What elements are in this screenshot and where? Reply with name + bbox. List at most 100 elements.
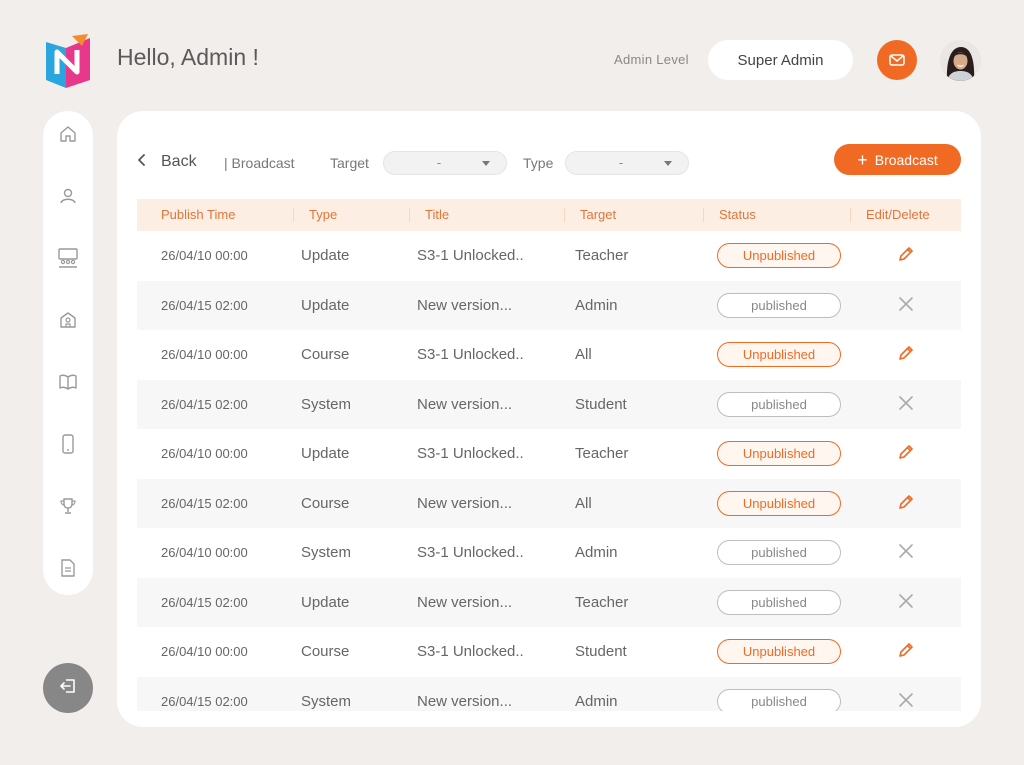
status-badge: Unpublished xyxy=(717,490,841,516)
cell-status: published xyxy=(717,528,841,577)
cell-target: All xyxy=(575,346,592,363)
cell-publish-time: 26/04/10 00:00 xyxy=(161,347,248,362)
column-target: Target xyxy=(563,207,617,222)
close-icon xyxy=(898,296,914,315)
cell-publish-time: 26/04/10 00:00 xyxy=(161,545,248,560)
app-logo[interactable] xyxy=(46,34,92,88)
pencil-icon xyxy=(896,640,916,663)
close-icon xyxy=(898,543,914,562)
delete-button[interactable] xyxy=(893,281,919,330)
cell-type: Course xyxy=(301,494,350,512)
cell-target: Teacher xyxy=(575,445,629,462)
book-icon xyxy=(58,372,78,396)
table-row[interactable]: 26/04/15 02:00 Update New version... Admin p… xyxy=(137,280,961,330)
pencil-icon xyxy=(896,244,916,267)
greeting-title: Hello, Admin ! xyxy=(117,44,259,70)
cell-status: Unpublished xyxy=(717,330,841,379)
cell-publish-time: 26/04/15 02:00 xyxy=(161,594,248,610)
target-select[interactable]: - xyxy=(383,151,507,175)
mail-button[interactable] xyxy=(877,40,917,80)
table-row[interactable]: 26/04/15 02:00 System New version... Admin p… xyxy=(137,676,961,712)
cell-title: New version... xyxy=(417,692,513,710)
cell-type: Update xyxy=(301,593,350,611)
cell-title: S3-1 Unlocked.. xyxy=(417,643,524,660)
cell-title: New version... xyxy=(417,593,513,611)
cell-type: Update xyxy=(301,296,350,314)
edit-button[interactable] xyxy=(893,330,919,379)
edit-button[interactable] xyxy=(893,231,919,280)
user-icon xyxy=(58,186,78,210)
pencil-icon xyxy=(896,492,916,515)
cell-title: New version... xyxy=(417,494,513,512)
sidebar-item-awards[interactable] xyxy=(56,496,80,520)
table-row[interactable]: 26/04/15 02:00 Course New version... All Unp… xyxy=(137,478,961,528)
cell-status: published xyxy=(717,578,841,627)
add-broadcast-button[interactable]: + Broadcast xyxy=(834,144,961,175)
status-badge: Unpublished xyxy=(717,243,841,268)
back-button[interactable]: Back xyxy=(137,153,197,171)
column-type: Type xyxy=(292,207,338,222)
delete-button[interactable] xyxy=(893,380,919,429)
logout-icon xyxy=(58,676,78,700)
table-row[interactable]: 26/04/10 00:00 Update S3-1 Unlocked.. Teach… xyxy=(137,429,961,479)
cell-publish-time: 26/04/15 02:00 xyxy=(161,495,248,511)
close-icon xyxy=(898,692,914,711)
edit-button[interactable] xyxy=(893,627,919,676)
sidebar-item-devices[interactable] xyxy=(56,434,80,458)
sidebar-item-school[interactable] xyxy=(56,310,80,334)
cell-status: Unpublished xyxy=(717,429,841,478)
delete-button[interactable] xyxy=(893,578,919,627)
cell-publish-time: 26/04/10 00:00 xyxy=(161,248,248,263)
table-row[interactable]: 26/04/10 00:00 Course S3-1 Unlocked.. All Un… xyxy=(137,330,961,380)
delete-button[interactable] xyxy=(893,528,919,577)
sidebar-item-home[interactable] xyxy=(56,124,80,148)
sidebar-item-users[interactable] xyxy=(56,186,80,210)
table-row[interactable]: 26/04/15 02:00 System New version... Studen… xyxy=(137,379,961,429)
logout-button[interactable] xyxy=(43,663,93,713)
back-label: Back xyxy=(161,153,197,170)
table-row[interactable]: 26/04/15 02:00 Update New version... Teache… xyxy=(137,577,961,627)
sidebar-item-reports[interactable] xyxy=(56,558,80,582)
status-badge: Unpublished xyxy=(717,639,841,664)
edit-button[interactable] xyxy=(893,429,919,478)
table-row[interactable]: 26/04/10 00:00 Update S3-1 Unlocked.. Teach… xyxy=(137,231,961,281)
pencil-icon xyxy=(896,442,916,465)
sidebar xyxy=(43,111,93,595)
edit-button[interactable] xyxy=(893,479,919,528)
cell-target: Student xyxy=(575,643,627,660)
pencil-icon xyxy=(896,343,916,366)
cell-target: All xyxy=(575,494,592,512)
type-select-value: - xyxy=(618,156,624,170)
cell-target: Admin xyxy=(575,692,618,710)
delete-button[interactable] xyxy=(893,677,919,712)
document-icon xyxy=(59,558,77,582)
plus-icon: + xyxy=(857,149,868,170)
close-icon xyxy=(898,593,914,612)
close-icon xyxy=(898,395,914,414)
tablet-icon xyxy=(59,434,77,458)
admin-level-label: Admin Level xyxy=(614,52,689,67)
cell-target: Admin xyxy=(575,544,618,561)
cell-type: Update xyxy=(301,445,350,462)
cell-status: published xyxy=(717,281,841,330)
status-badge: published xyxy=(717,391,841,417)
cell-title: S3-1 Unlocked.. xyxy=(417,544,524,561)
table-row[interactable]: 26/04/10 00:00 Course S3-1 Unlocked.. Stude… xyxy=(137,627,961,677)
column-edit-delete: Edit/Delete xyxy=(850,207,930,222)
sidebar-item-classroom[interactable] xyxy=(56,248,80,272)
target-select-value: - xyxy=(436,156,442,170)
chevron-left-icon xyxy=(137,153,147,171)
table-row[interactable]: 26/04/10 00:00 System S3-1 Unlocked.. Admin… xyxy=(137,528,961,578)
status-badge: Unpublished xyxy=(717,441,841,466)
sidebar-item-library[interactable] xyxy=(56,372,80,396)
column-publish-time: Publish Time xyxy=(161,207,236,222)
cell-title: S3-1 Unlocked.. xyxy=(417,247,524,264)
avatar[interactable] xyxy=(940,40,981,81)
cell-title: S3-1 Unlocked.. xyxy=(417,346,524,363)
cell-status: Unpublished xyxy=(717,479,841,528)
status-badge: published xyxy=(717,589,841,615)
type-select[interactable]: - xyxy=(565,151,689,175)
cell-title: New version... xyxy=(417,296,513,314)
cell-status: Unpublished xyxy=(717,231,841,280)
status-badge: published xyxy=(717,688,841,711)
